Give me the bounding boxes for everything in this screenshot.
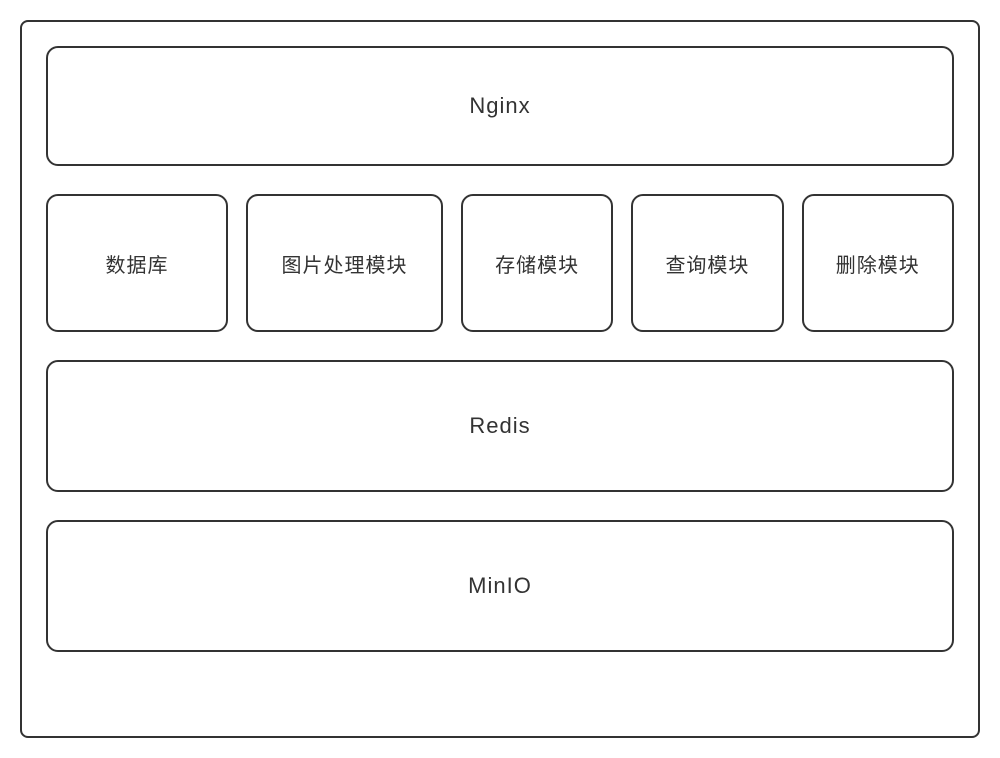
nginx-label: Nginx	[469, 93, 530, 119]
redis-box: Redis	[46, 360, 954, 492]
module-image-processing: 图片处理模块	[246, 194, 443, 332]
module-query: 查询模块	[631, 194, 783, 332]
redis-label: Redis	[469, 413, 530, 439]
module-delete-label: 删除模块	[836, 249, 920, 278]
module-storage-label: 存储模块	[495, 249, 579, 278]
module-database-label: 数据库	[106, 249, 169, 278]
module-database: 数据库	[46, 194, 228, 332]
module-delete: 删除模块	[802, 194, 954, 332]
module-image-processing-label: 图片处理模块	[281, 249, 407, 278]
module-query-label: 查询模块	[665, 249, 749, 278]
architecture-diagram: Nginx 数据库 图片处理模块 存储模块 查询模块 删除模块 Redis Mi…	[20, 20, 980, 738]
minio-label: MinIO	[468, 573, 532, 599]
nginx-box: Nginx	[46, 46, 954, 166]
minio-row: MinIO	[46, 520, 954, 652]
minio-box: MinIO	[46, 520, 954, 652]
modules-row: 数据库 图片处理模块 存储模块 查询模块 删除模块	[46, 194, 954, 332]
redis-row: Redis	[46, 360, 954, 492]
nginx-row: Nginx	[46, 46, 954, 166]
module-storage: 存储模块	[461, 194, 613, 332]
